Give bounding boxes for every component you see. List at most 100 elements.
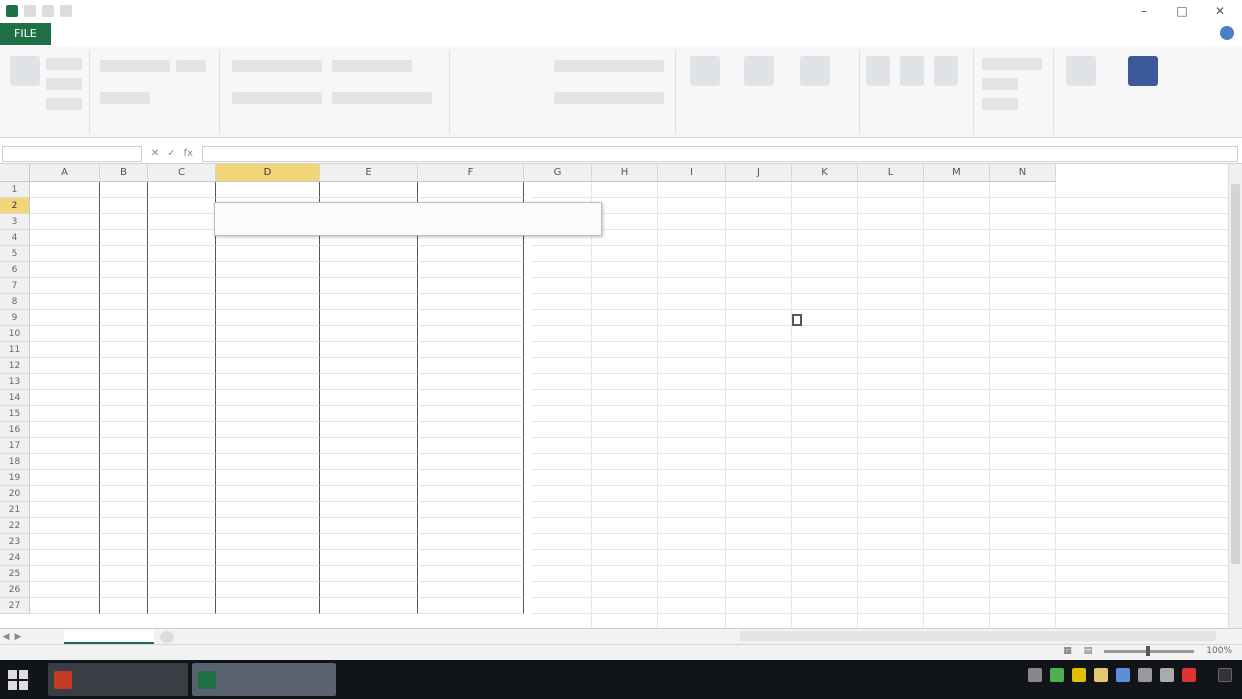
row-header[interactable]: 2 [0, 198, 30, 214]
paste-icon[interactable] [10, 56, 40, 86]
table-cell[interactable] [148, 598, 216, 614]
table-cell[interactable] [320, 518, 418, 534]
enter-icon[interactable]: ✓ [167, 148, 175, 159]
column-header[interactable]: B [100, 164, 148, 182]
table-cell[interactable] [148, 310, 216, 326]
zoom-slider[interactable] [1104, 645, 1195, 656]
taskbar-item-2[interactable] [192, 663, 336, 696]
table-cell[interactable] [148, 470, 216, 486]
row-header[interactable]: 14 [0, 390, 30, 406]
table-cell[interactable] [148, 502, 216, 518]
taskbar-item-1[interactable] [48, 663, 188, 696]
table-cell[interactable] [216, 390, 320, 406]
autosum-button[interactable] [982, 58, 1042, 70]
table-cell[interactable] [418, 246, 524, 262]
table-cell[interactable] [418, 550, 524, 566]
table-cell[interactable] [320, 422, 418, 438]
format-painter-button[interactable] [46, 98, 82, 110]
table-cell[interactable] [320, 438, 418, 454]
table-cell[interactable] [320, 342, 418, 358]
table-cell[interactable] [30, 502, 100, 518]
table-cell[interactable] [30, 262, 100, 278]
tab-formulas[interactable] [193, 23, 237, 45]
start-button-icon[interactable] [8, 670, 28, 690]
table-cell[interactable] [100, 214, 148, 230]
tray-app-icon[interactable] [1094, 668, 1108, 682]
number-format-buttons[interactable] [554, 92, 664, 104]
undo-icon[interactable] [42, 5, 54, 17]
table-cell[interactable] [30, 486, 100, 502]
font-size-select[interactable] [176, 60, 206, 72]
row-header[interactable]: 10 [0, 326, 30, 342]
tab-data[interactable] [237, 23, 281, 45]
table-cell[interactable] [418, 390, 524, 406]
align-left-buttons[interactable] [232, 92, 322, 104]
table-cell[interactable] [148, 550, 216, 566]
sheet-tab-2[interactable] [64, 629, 154, 644]
vertical-scrollbar[interactable] [1228, 164, 1242, 628]
normal-view-icon[interactable]: ▦ [1063, 646, 1072, 656]
table-cell[interactable] [148, 486, 216, 502]
bold-italic-underline-buttons[interactable] [100, 92, 150, 104]
tray-app-icon[interactable] [1072, 668, 1086, 682]
table-cell[interactable] [148, 438, 216, 454]
worksheet-grid[interactable]: A B C D E F G H I J K L M N 1 2 3 4 5 6 7 8 9 10 11 12 13 14 15 16 17 1… [0, 164, 1228, 628]
table-cell[interactable] [148, 294, 216, 310]
table-cell[interactable] [100, 470, 148, 486]
row-header[interactable]: 19 [0, 470, 30, 486]
add-sheet-icon[interactable] [160, 630, 174, 643]
table-cell[interactable] [148, 246, 216, 262]
table-cell[interactable] [216, 294, 320, 310]
table-cell[interactable] [148, 374, 216, 390]
table-cell[interactable] [418, 502, 524, 518]
select-all-corner[interactable] [0, 164, 30, 182]
table-cell[interactable] [148, 406, 216, 422]
table-cell[interactable] [100, 534, 148, 550]
table-cell[interactable] [30, 470, 100, 486]
table-cell[interactable] [418, 486, 524, 502]
table-cell[interactable] [148, 358, 216, 374]
table-cell[interactable] [418, 326, 524, 342]
table-cell[interactable] [30, 230, 100, 246]
save-icon[interactable] [24, 5, 36, 17]
table-cell[interactable] [148, 278, 216, 294]
table-cell[interactable] [100, 310, 148, 326]
table-cell[interactable] [418, 582, 524, 598]
account-avatar-icon[interactable] [1220, 26, 1234, 40]
table-cell[interactable] [320, 454, 418, 470]
table-cell[interactable] [148, 566, 216, 582]
table-cell[interactable] [100, 230, 148, 246]
row-header[interactable]: 22 [0, 518, 30, 534]
table-cell[interactable] [30, 374, 100, 390]
table-cell[interactable] [418, 374, 524, 390]
row-header[interactable]: 6 [0, 262, 30, 278]
row-header[interactable]: 8 [0, 294, 30, 310]
tab-insert[interactable] [87, 23, 127, 45]
table-cell[interactable] [148, 230, 216, 246]
table-cell[interactable] [320, 486, 418, 502]
table-cell[interactable] [148, 342, 216, 358]
format-cells-icon[interactable] [934, 56, 958, 86]
table-cell[interactable] [30, 422, 100, 438]
table-cell[interactable] [216, 342, 320, 358]
table-cell[interactable] [100, 262, 148, 278]
copy-button[interactable] [46, 78, 82, 90]
column-header[interactable]: E [320, 164, 418, 182]
table-cell[interactable] [30, 214, 100, 230]
table-cell[interactable] [30, 326, 100, 342]
name-box[interactable] [2, 145, 142, 162]
table-cell[interactable] [100, 486, 148, 502]
table-cell[interactable] [100, 518, 148, 534]
table-cell[interactable] [148, 214, 216, 230]
zoom-level[interactable]: 100% [1206, 646, 1232, 656]
table-cell[interactable] [148, 390, 216, 406]
table-cell[interactable] [100, 198, 148, 214]
find-select-icon[interactable] [1128, 56, 1158, 86]
table-cell[interactable] [320, 390, 418, 406]
column-header[interactable]: H [592, 164, 658, 182]
horizontal-scrollbar[interactable] [740, 631, 1216, 641]
table-cell[interactable] [30, 534, 100, 550]
table-cell[interactable] [100, 182, 148, 198]
sheet-nav-prev-icon[interactable]: ◀ [0, 632, 12, 642]
table-cell[interactable] [30, 454, 100, 470]
